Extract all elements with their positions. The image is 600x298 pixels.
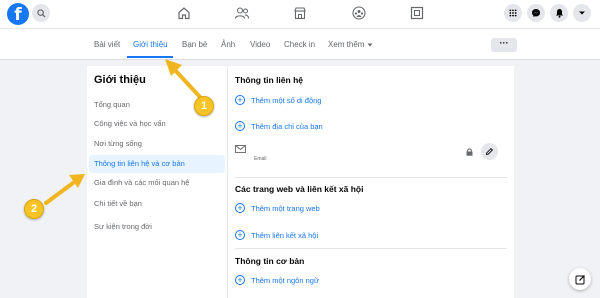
plus-circle-icon: + xyxy=(235,275,245,285)
contact-info-heading: Thông tin liên hệ xyxy=(235,75,303,85)
step-badge-2: 2 xyxy=(24,199,44,219)
nav-gaming-button[interactable] xyxy=(409,5,425,21)
nav-friends-button[interactable] xyxy=(234,5,250,21)
add-address-link[interactable]: + Thêm địa chỉ của bạn xyxy=(235,120,323,132)
about-item-places-lived[interactable]: Nơi từng sống xyxy=(87,135,223,153)
tab-more[interactable]: Xem thêm xyxy=(328,40,373,49)
add-language-link[interactable]: + Thêm một ngôn ngữ xyxy=(235,274,319,286)
menu-grid-icon xyxy=(509,9,517,17)
websites-heading: Các trang web và liên kết xã hội xyxy=(235,184,364,194)
nav-marketplace-button[interactable] xyxy=(292,5,308,21)
tab-check-ins[interactable]: Check in xyxy=(284,40,315,49)
more-options-button[interactable]: ··· xyxy=(491,38,517,52)
annotation-arrow-2 xyxy=(44,174,85,205)
about-title: Giới thiệu xyxy=(94,74,146,86)
friends-icon xyxy=(234,7,249,19)
active-tab-indicator xyxy=(127,56,173,58)
account-dropdown-icon xyxy=(579,11,585,15)
plus-circle-icon: + xyxy=(235,95,245,105)
notifications-button[interactable] xyxy=(550,4,568,22)
about-content-panel: Thông tin liên hệ + Thêm một số di động … xyxy=(228,66,514,298)
gaming-icon xyxy=(410,6,424,20)
section-divider xyxy=(235,177,507,178)
facebook-logo[interactable]: f xyxy=(7,3,29,25)
messenger-button[interactable] xyxy=(527,4,545,22)
home-icon xyxy=(178,7,190,20)
plus-circle-icon: + xyxy=(235,203,245,213)
search-icon xyxy=(36,8,46,18)
messenger-icon xyxy=(532,9,540,17)
about-item-life-events[interactable]: Sự kiện trong đời xyxy=(87,218,223,236)
basic-info-heading: Thông tin cơ bản xyxy=(235,256,305,266)
add-address-label: Thêm địa chỉ của bạn xyxy=(251,121,323,131)
top-navigation-bar: f xyxy=(0,0,600,29)
plus-circle-icon: + xyxy=(235,230,245,240)
about-item-family-relationships[interactable]: Gia đình và các mối quan hệ xyxy=(87,174,223,192)
add-phone-label: Thêm một số di động xyxy=(251,95,322,105)
section-divider xyxy=(235,248,507,249)
menu-button[interactable] xyxy=(504,4,522,22)
nav-home-button[interactable] xyxy=(176,5,192,21)
add-social-link[interactable]: + Thêm liên kết xã hội xyxy=(235,229,318,241)
caret-down-icon xyxy=(367,43,373,46)
add-website-link[interactable]: + Thêm một trang web xyxy=(235,202,320,214)
tab-friends[interactable]: Bạn bè xyxy=(182,40,207,49)
pencil-icon xyxy=(485,147,494,156)
edit-email-button[interactable] xyxy=(481,143,498,160)
lock-icon[interactable] xyxy=(466,148,473,156)
add-website-label: Thêm một trang web xyxy=(251,203,320,213)
step-badge-1: 1 xyxy=(194,96,214,116)
email-caption: Email xyxy=(254,156,267,162)
tab-photos[interactable]: Ảnh xyxy=(221,40,235,49)
nav-groups-button[interactable] xyxy=(351,5,367,21)
tab-about[interactable]: Giới thiệu xyxy=(133,40,168,49)
email-icon xyxy=(235,145,246,153)
about-item-details-about-you[interactable]: Chi tiết về bạn xyxy=(87,195,223,213)
about-item-contact-basic-info[interactable]: Thông tin liên hệ và cơ bản xyxy=(89,155,225,173)
add-social-label: Thêm liên kết xã hội xyxy=(251,230,319,240)
tab-more-label: Xem thêm xyxy=(328,40,365,49)
plus-circle-icon: + xyxy=(235,121,245,131)
search-button[interactable] xyxy=(32,4,50,22)
about-item-work-education[interactable]: Công việc và học vấn xyxy=(87,115,223,133)
add-language-label: Thêm một ngôn ngữ xyxy=(251,275,319,285)
marketplace-icon xyxy=(294,7,306,20)
new-message-button[interactable] xyxy=(569,268,591,290)
groups-icon xyxy=(352,6,366,20)
add-phone-link[interactable]: + Thêm một số di động xyxy=(235,94,321,106)
tab-posts[interactable]: Bài viết xyxy=(94,40,120,49)
notifications-icon xyxy=(555,9,563,18)
compose-icon xyxy=(575,274,585,284)
tab-videos[interactable]: Video xyxy=(250,40,270,49)
account-button[interactable] xyxy=(573,4,591,22)
